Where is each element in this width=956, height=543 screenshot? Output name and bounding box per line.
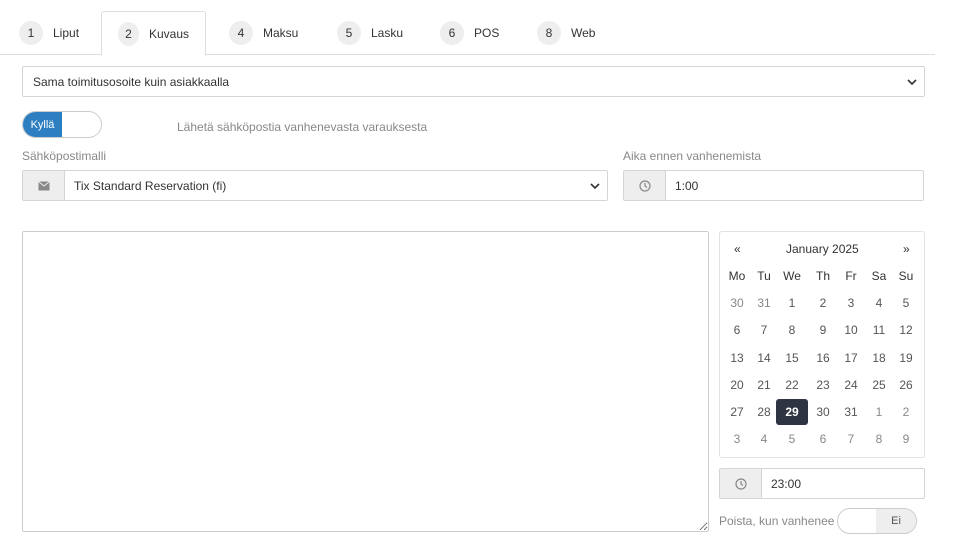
calendar-day[interactable]: 30 xyxy=(809,399,837,425)
calendar-day[interactable]: 31 xyxy=(750,290,778,316)
chevron-down-icon xyxy=(907,79,917,86)
calendar-day[interactable]: 11 xyxy=(865,317,893,343)
tab-number: 8 xyxy=(537,21,561,45)
delivery-address-value: Sama toimitusosoite kuin asiakkaalla xyxy=(33,74,230,89)
calendar-day[interactable]: 5 xyxy=(892,290,920,316)
delete-on-expire-label: Poista, kun vanhenee xyxy=(719,514,835,528)
calendar-day[interactable]: 13 xyxy=(723,345,751,371)
time-value: 23:00 xyxy=(771,476,802,491)
email-template-value: Tix Standard Reservation (fi) xyxy=(74,178,227,193)
tab-number: 1 xyxy=(19,21,43,45)
description-textarea[interactable] xyxy=(22,231,709,532)
calendar-day[interactable]: 7 xyxy=(750,317,778,343)
expire-before-field[interactable]: 1:00 xyxy=(623,170,924,201)
clock-icon xyxy=(624,171,666,200)
tab-number: 6 xyxy=(440,21,464,45)
tab-liput[interactable]: 1 Liput xyxy=(3,11,95,55)
weekday-header: Sa xyxy=(871,269,887,283)
weekday-header: Mo xyxy=(728,269,746,283)
calendar-day[interactable]: 8 xyxy=(778,317,806,343)
calendar-day[interactable]: 22 xyxy=(778,372,806,398)
weekday-header: Su xyxy=(898,269,914,283)
calendar-day[interactable]: 26 xyxy=(892,372,920,398)
tab-web[interactable]: 8 Web xyxy=(521,11,611,55)
calendar-day[interactable]: 20 xyxy=(723,372,751,398)
calendar-day[interactable]: 5 xyxy=(778,426,806,452)
calendar-day[interactable]: 2 xyxy=(809,290,837,316)
tab-label: Maksu xyxy=(263,26,299,40)
email-template-label: Sähköpostimalli xyxy=(22,149,107,163)
calendar-day[interactable]: 2 xyxy=(892,399,920,425)
tab-number: 2 xyxy=(118,21,139,46)
delete-on-expire-toggle[interactable]: Ei xyxy=(837,508,917,534)
expire-before-label: Aika ennen vanhenemista xyxy=(623,149,762,163)
calendar-day[interactable]: 10 xyxy=(837,317,865,343)
calendar-day[interactable]: 31 xyxy=(837,399,865,425)
calendar-day[interactable]: 27 xyxy=(723,399,751,425)
toggle-off-label: Ei xyxy=(876,509,916,533)
tab-maksu[interactable]: 4 Maksu xyxy=(213,11,314,55)
calendar-day[interactable]: 4 xyxy=(750,426,778,452)
weekday-header: Th xyxy=(815,269,830,283)
calendar-day[interactable]: 25 xyxy=(865,372,893,398)
date-picker: « January 2025 » Mo Tu We Th Fr Sa Su 30 31 1 2 3 4 5… xyxy=(719,231,925,458)
calendar-day[interactable]: 8 xyxy=(865,426,893,452)
calendar-day-selected[interactable]: 29 xyxy=(776,399,808,425)
weekday-header: Fr xyxy=(845,269,857,283)
calendar-day[interactable]: 19 xyxy=(892,345,920,371)
calendar-day[interactable]: 18 xyxy=(865,345,893,371)
tab-pos[interactable]: 6 POS xyxy=(424,11,515,55)
calendar-day[interactable]: 17 xyxy=(837,345,865,371)
tab-bar: 1 Liput 2 Kuvaus 4 Maksu 5 Lasku 6 POS 8… xyxy=(0,0,935,56)
calendar-day[interactable]: 1 xyxy=(865,399,893,425)
email-reminder-description: Lähetä sähköpostia vanhenevasta varaukse… xyxy=(177,120,428,134)
tab-lasku[interactable]: 5 Lasku xyxy=(321,11,419,55)
calendar-day[interactable]: 12 xyxy=(892,317,920,343)
tab-label: Kuvaus xyxy=(148,26,189,41)
prev-month-button[interactable]: « xyxy=(734,242,741,256)
time-field[interactable]: 23:00 xyxy=(719,468,925,499)
delivery-address-select[interactable]: Sama toimitusosoite kuin asiakkaalla xyxy=(22,66,925,97)
calendar-day[interactable]: 9 xyxy=(892,426,920,452)
calendar-day[interactable]: 21 xyxy=(750,372,778,398)
next-month-button[interactable]: » xyxy=(903,242,910,256)
clock-icon xyxy=(720,469,762,498)
expire-before-value: 1:00 xyxy=(675,178,699,193)
tab-kuvaus[interactable]: 2 Kuvaus xyxy=(101,11,206,56)
tab-label: POS xyxy=(474,26,500,40)
tab-number: 4 xyxy=(229,21,253,45)
calendar-day[interactable]: 7 xyxy=(837,426,865,452)
tab-label: Web xyxy=(571,26,596,40)
toggle-on-label: Kyllä xyxy=(23,112,62,137)
tab-label: Liput xyxy=(53,26,80,40)
weekday-header: Tu xyxy=(757,269,771,283)
calendar-day[interactable]: 9 xyxy=(809,317,837,343)
calendar-day[interactable]: 23 xyxy=(809,372,837,398)
calendar-day[interactable]: 1 xyxy=(778,290,806,316)
calendar-day[interactable]: 15 xyxy=(778,345,806,371)
chevron-down-icon xyxy=(590,183,600,190)
calendar-day[interactable]: 4 xyxy=(865,290,893,316)
calendar-day[interactable]: 28 xyxy=(750,399,778,425)
calendar-day[interactable]: 6 xyxy=(809,426,837,452)
calendar-day[interactable]: 24 xyxy=(837,372,865,398)
tab-label: Lasku xyxy=(371,26,404,40)
weekday-header: We xyxy=(783,269,801,283)
calendar-day[interactable]: 30 xyxy=(723,290,751,316)
calendar-day[interactable]: 3 xyxy=(723,426,751,452)
tab-number: 5 xyxy=(337,21,361,45)
calendar-day[interactable]: 16 xyxy=(809,345,837,371)
envelope-icon xyxy=(23,171,65,200)
email-reminder-toggle[interactable]: Kyllä xyxy=(22,111,102,138)
month-label[interactable]: January 2025 xyxy=(786,242,859,256)
email-template-select[interactable]: Tix Standard Reservation (fi) xyxy=(22,170,608,201)
calendar-day[interactable]: 3 xyxy=(837,290,865,316)
calendar-day[interactable]: 14 xyxy=(750,345,778,371)
calendar-day[interactable]: 6 xyxy=(723,317,751,343)
